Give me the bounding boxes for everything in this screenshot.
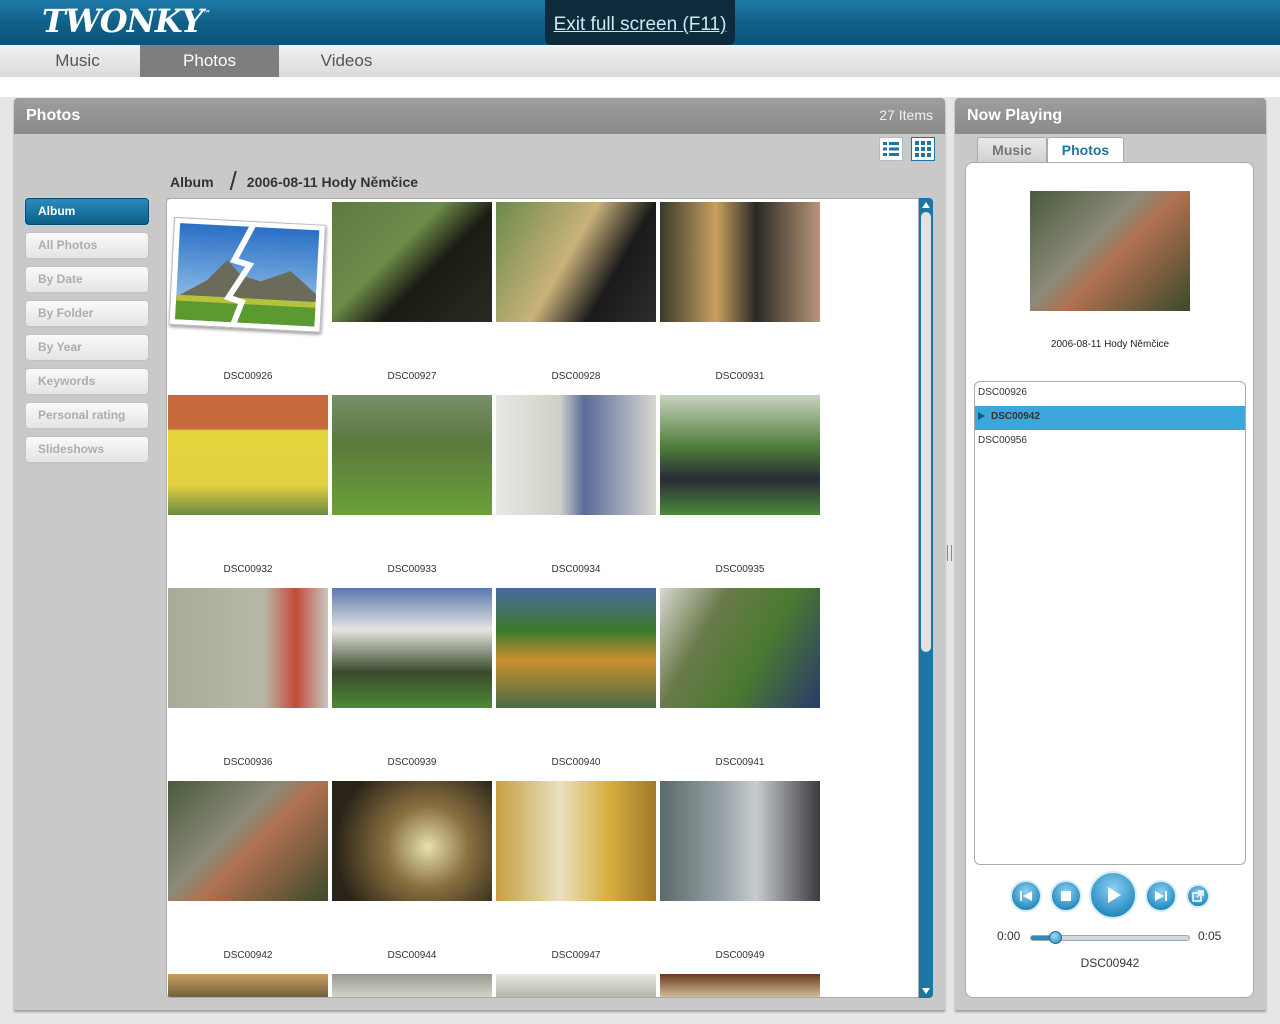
nav-spacer [0,77,1280,97]
photo-caption: DSC00933 [387,564,437,575]
popout-button[interactable] [1186,884,1210,908]
skip-forward-icon [1155,891,1167,901]
now-playing-album: 2006-08-11 Hody Němčice [1050,339,1170,350]
prev-button[interactable] [1010,880,1042,912]
sidebar-item-all-photos[interactable]: All Photos [25,232,149,259]
tab-photos[interactable]: Photos [1047,137,1124,164]
photo-thumbnail[interactable] [168,395,328,515]
photo-thumbnail[interactable] [168,588,328,708]
sidebar-item-slideshows[interactable]: Slideshows [25,436,149,463]
tab-music[interactable]: Music [977,137,1047,163]
progress-slider[interactable] [1030,931,1190,944]
photo-thumbnail[interactable] [332,588,492,708]
photo-thumbnail[interactable] [660,202,820,322]
playlist-item-label: DSC00942 [991,411,1040,422]
photo-caption: DSC00931 [715,371,765,382]
photo-thumbnail[interactable] [332,202,492,322]
stop-button[interactable] [1050,880,1082,912]
photo-thumbnail[interactable] [496,395,656,515]
photo-thumbnail[interactable] [660,588,820,708]
photo-thumbnail[interactable] [660,395,820,515]
photo-grid: DSC00926 DSC00927 DSC00928 DSC00931 DSC0… [166,198,919,998]
progress-knob[interactable] [1048,931,1062,944]
main-nav: Music Photos Videos [0,45,1280,77]
twonky-logo: TWONKY™ [42,2,211,40]
photo-thumbnail[interactable] [660,781,820,901]
sidebar-item-by-folder[interactable]: By Folder [25,300,149,327]
photo-thumbnail[interactable] [332,395,492,515]
photos-panel-header: Photos 27 Items [14,98,945,134]
breadcrumb-root[interactable]: Album [170,174,214,190]
playlist-item[interactable]: DSC00926 [975,382,1245,406]
stop-icon [1061,891,1071,901]
photo-caption: DSC00947 [551,950,601,961]
photo-caption: DSC00936 [223,757,273,768]
time-total: 0:05 [1198,929,1222,943]
breadcrumb-separator: / [229,166,237,196]
grid-scrollbar[interactable] [919,198,933,998]
now-playing-header: Now Playing [955,98,1266,134]
photo-caption: DSC00942 [223,950,273,961]
sidebar-item-by-year[interactable]: By Year [25,334,149,361]
external-link-icon [1192,890,1204,902]
nav-tab-music[interactable]: Music [15,45,140,77]
logo-text: TWONKY [42,2,204,40]
photo-thumbnail[interactable] [168,781,328,901]
photo-caption: DSC00935 [715,564,765,575]
play-button[interactable] [1089,871,1137,919]
photo-caption: DSC00926 [223,371,273,382]
logo-trademark: ™ [202,8,211,18]
scroll-thumb[interactable] [921,212,931,652]
scroll-down-arrow-icon[interactable] [922,988,930,994]
photo-caption: DSC00934 [551,564,601,575]
photo-thumbnail[interactable] [168,974,328,997]
sidebar-item-keywords[interactable]: Keywords [25,368,149,395]
playlist: DSC00926 DSC00942 DSC00956 [974,381,1246,865]
now-playing-item-title: DSC00942 [1080,956,1140,970]
photo-caption: DSC00940 [551,757,601,768]
nav-tab-photos[interactable]: Photos [140,45,279,77]
photo-caption: DSC00939 [387,757,437,768]
sidebar-item-by-date[interactable]: By Date [25,266,149,293]
top-bar: TWONKY™ Exit full screen (F11) [0,0,1280,45]
next-button[interactable] [1145,880,1177,912]
skip-back-icon [1020,891,1032,901]
photo-caption: DSC00927 [387,371,437,382]
photos-panel-title: Photos [26,107,81,124]
now-playing-title: Now Playing [967,107,1063,124]
breadcrumb-current: 2006-08-11 Hody Němčice [246,174,419,190]
photo-thumbnail[interactable] [496,974,656,997]
photo-caption: DSC00944 [387,950,437,961]
panel-splitter-handle[interactable] [947,545,952,561]
breadcrumb: Album / 2006-08-11 Hody Němčice [170,166,418,197]
photo-caption: DSC00932 [223,564,273,575]
playing-indicator-icon [978,412,985,420]
photo-thumbnail[interactable] [496,202,656,322]
list-view-icon [883,142,899,156]
time-current: 0:00 [997,929,1021,943]
sidebar-item-personal-rating[interactable]: Personal rating [25,402,149,429]
photo-thumbnail-broken[interactable] [168,216,334,341]
item-count: 27 Items [879,107,933,123]
photo-thumbnail[interactable] [496,588,656,708]
photo-caption: DSC00941 [715,757,765,768]
photo-thumbnail[interactable] [332,781,492,901]
scroll-up-arrow-icon[interactable] [922,202,930,208]
grid-view-icon [915,141,931,157]
photo-thumbnail[interactable] [496,781,656,901]
photo-thumbnail[interactable] [332,974,492,997]
nav-tab-videos[interactable]: Videos [279,45,414,77]
play-icon [1108,887,1121,903]
exit-fullscreen-link[interactable]: Exit full screen (F11) [545,0,735,45]
sidebar-item-album[interactable]: Album [25,198,149,225]
list-view-button[interactable] [879,137,903,161]
now-playing-image [1030,191,1190,311]
playlist-item[interactable]: DSC00956 [975,430,1245,454]
photo-thumbnail[interactable] [660,974,820,997]
photo-caption: DSC00928 [551,371,601,382]
grid-view-button[interactable] [911,137,935,161]
photo-caption: DSC00949 [715,950,765,961]
broken-image-icon [168,216,326,333]
playlist-item-selected[interactable]: DSC00942 [975,406,1245,430]
